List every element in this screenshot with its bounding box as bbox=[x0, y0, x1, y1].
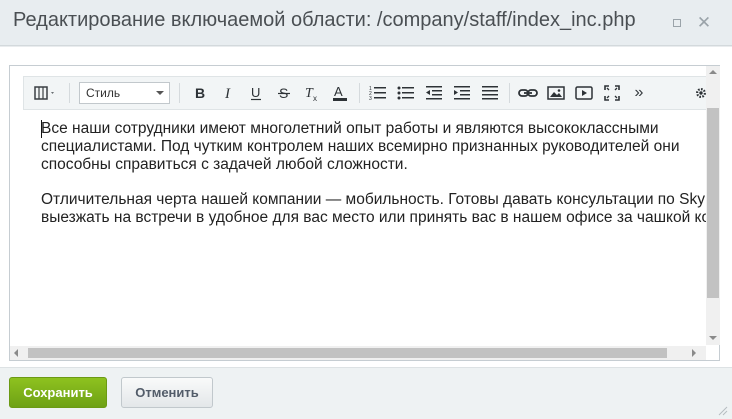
text-cursor bbox=[41, 120, 42, 138]
horizontal-scrollbar[interactable] bbox=[10, 346, 706, 360]
ordered-list-button[interactable]: 1 2 3 bbox=[367, 77, 389, 109]
view-mode-button[interactable] bbox=[28, 77, 62, 109]
more-button[interactable]: » bbox=[629, 77, 649, 109]
dialog-content: Стиль B I U S Tx A 1 2 3 » Все наши сотр… bbox=[0, 47, 732, 367]
scroll-up-icon[interactable] bbox=[709, 70, 717, 74]
cancel-button[interactable]: Отменить bbox=[121, 377, 213, 408]
svg-text:U: U bbox=[251, 85, 260, 100]
maximize-icon[interactable] bbox=[668, 14, 686, 32]
dialog-titlebar[interactable]: Редактирование включаемой области: /comp… bbox=[0, 0, 732, 46]
editor-content-area[interactable]: Все наши сотрудники имеют многолетний оп… bbox=[23, 110, 706, 342]
style-select[interactable]: Стиль bbox=[79, 82, 170, 104]
editor-toolbar: Стиль B I U S Tx A 1 2 3 » bbox=[23, 76, 707, 110]
image-icon bbox=[547, 86, 565, 100]
svg-text:3: 3 bbox=[369, 96, 372, 101]
edit-include-area-dialog: Редактирование включаемой области: /comp… bbox=[0, 0, 732, 419]
toolbar-separator bbox=[69, 83, 70, 103]
indent-button[interactable] bbox=[451, 77, 473, 109]
unordered-list-button[interactable] bbox=[395, 77, 417, 109]
toolbar-separator bbox=[509, 83, 510, 103]
dialog-footer: Сохранить Отменить bbox=[0, 367, 732, 419]
editor-paragraph: Все наши сотрудники имеют многолетний оп… bbox=[41, 120, 684, 173]
outdent-icon bbox=[426, 86, 442, 100]
video-button[interactable] bbox=[573, 77, 595, 109]
fullscreen-icon bbox=[604, 85, 620, 101]
chevron-down-icon bbox=[156, 91, 164, 95]
strikethrough-icon: S bbox=[278, 85, 290, 101]
resize-handle-icon[interactable] bbox=[716, 404, 728, 416]
save-button[interactable]: Сохранить bbox=[9, 377, 107, 408]
remove-format-button[interactable]: Tx bbox=[301, 77, 323, 109]
html-editor: Стиль B I U S Tx A 1 2 3 » Все наши сотр… bbox=[9, 65, 720, 361]
toolbar-separator bbox=[359, 83, 360, 103]
font-color-icon: A bbox=[333, 84, 347, 101]
view-mode-icon bbox=[34, 86, 54, 100]
link-button[interactable] bbox=[516, 77, 540, 109]
horizontal-scroll-thumb[interactable] bbox=[28, 348, 667, 358]
ordered-list-icon: 1 2 3 bbox=[369, 86, 386, 101]
align-justify-icon bbox=[482, 86, 498, 100]
remove-format-icon: Tx bbox=[305, 86, 317, 102]
editor-paragraph: Отличительная черта нашей компании — моб… bbox=[41, 191, 706, 226]
align-button[interactable] bbox=[479, 77, 501, 109]
more-label: » bbox=[634, 84, 644, 101]
bold-button[interactable]: B bbox=[190, 77, 210, 109]
style-select-value: Стиль bbox=[86, 86, 121, 100]
italic-button[interactable]: I bbox=[218, 77, 238, 109]
italic-icon: I bbox=[224, 86, 231, 101]
link-icon bbox=[518, 89, 538, 97]
scroll-left-icon[interactable] bbox=[14, 349, 18, 357]
dialog-title: Редактирование включаемой области: /comp… bbox=[13, 9, 636, 31]
toolbar-separator bbox=[179, 83, 180, 103]
unordered-list-icon bbox=[397, 86, 414, 100]
close-icon[interactable]: ✕ bbox=[695, 14, 713, 32]
outdent-button[interactable] bbox=[423, 77, 445, 109]
svg-text:B: B bbox=[195, 85, 205, 101]
bold-icon: B bbox=[195, 85, 205, 101]
image-button[interactable] bbox=[545, 77, 567, 109]
scroll-right-icon[interactable] bbox=[692, 349, 696, 357]
fullscreen-button[interactable] bbox=[601, 77, 623, 109]
svg-text:x: x bbox=[313, 94, 317, 102]
svg-text:I: I bbox=[224, 86, 231, 101]
video-icon bbox=[575, 86, 593, 100]
svg-text:A: A bbox=[334, 84, 343, 99]
scroll-down-icon[interactable] bbox=[709, 336, 717, 340]
vertical-scroll-thumb[interactable] bbox=[707, 108, 719, 298]
font-color-button[interactable]: A bbox=[329, 77, 351, 109]
indent-icon bbox=[454, 86, 470, 100]
underline-button[interactable]: U bbox=[246, 77, 266, 109]
underline-icon: U bbox=[251, 85, 261, 101]
strikethrough-button[interactable]: S bbox=[274, 77, 294, 109]
vertical-scrollbar[interactable] bbox=[706, 66, 720, 345]
